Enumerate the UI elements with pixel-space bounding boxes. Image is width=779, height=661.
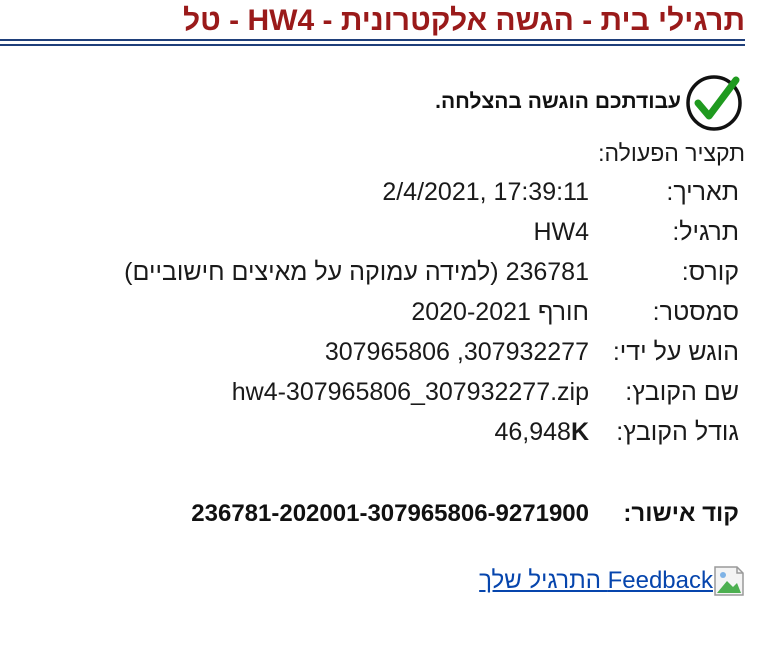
detail-label: תרגיל:: [672, 217, 739, 246]
title-divider-bottom: [0, 44, 745, 46]
approval-code-row: קוד אישור: 236781-202001-307965806-92719…: [191, 495, 739, 533]
submission-details: תאריך: 2/4/2021, 17:39:11 תרגיל: HW4 קור…: [124, 172, 739, 452]
detail-label: קורס:: [681, 257, 739, 286]
detail-row-filesize: גודל הקובץ: 46,948K: [124, 412, 739, 452]
title-divider-top: [0, 39, 745, 41]
detail-row-filename: שם הקובץ: hw4-307965806_307932277.zip: [124, 372, 739, 412]
detail-row-date: תאריך: 2/4/2021, 17:39:11: [124, 172, 739, 212]
detail-label: סמסטר:: [652, 297, 739, 326]
success-message: עבודתכם הוגשה בהצלחה.: [435, 90, 681, 113]
approval-code: 236781-202001-307965806-9271900: [191, 500, 589, 527]
detail-row-semester: סמסטר: חורף 2020-2021: [124, 292, 739, 332]
detail-label: הוגש על ידי:: [612, 337, 739, 366]
detail-value-semester: חורף 2020-2021: [411, 297, 589, 326]
summary-title: תקציר הפעולה:: [598, 140, 745, 166]
detail-value-filename: hw4-307965806_307932277.zip: [231, 377, 589, 406]
detail-row-course: קורס: 236781 (למידה עמוקה על מאיצים חישו…: [124, 252, 739, 292]
detail-value-course: 236781 (למידה עמוקה על מאיצים חישוביים): [124, 257, 589, 286]
approval-label: קוד אישור:: [623, 500, 739, 527]
feedback-link[interactable]: Feedback התרגיל שלך: [479, 567, 713, 595]
success-banner: עבודתכם הוגשה בהצלחה.: [435, 72, 745, 132]
detail-label: שם הקובץ:: [625, 377, 739, 406]
detail-row-submitted-by: הוגש על ידי: 307965806 ,307932277: [124, 332, 739, 372]
filesize-number: 46,948: [494, 417, 571, 446]
detail-value-filesize: 46,948K: [124, 412, 589, 452]
detail-row-exercise: תרגיל: HW4: [124, 212, 739, 252]
filesize-unit: K: [570, 417, 589, 446]
detail-value-exercise: HW4: [533, 217, 589, 246]
check-circle-icon: [686, 75, 742, 131]
feedback-row: Feedback התרגיל שלך: [479, 565, 745, 597]
detail-label: גודל הקובץ:: [616, 417, 739, 446]
page-title: תרגילי בית - הגשה אלקטרונית - HW4 - טל: [183, 4, 745, 37]
detail-value-submitters: 307965806 ,307932277: [324, 337, 589, 366]
broken-image-icon: [714, 566, 744, 596]
detail-value-date: 2/4/2021, 17:39:11: [382, 177, 589, 206]
detail-label: תאריך:: [666, 177, 739, 206]
